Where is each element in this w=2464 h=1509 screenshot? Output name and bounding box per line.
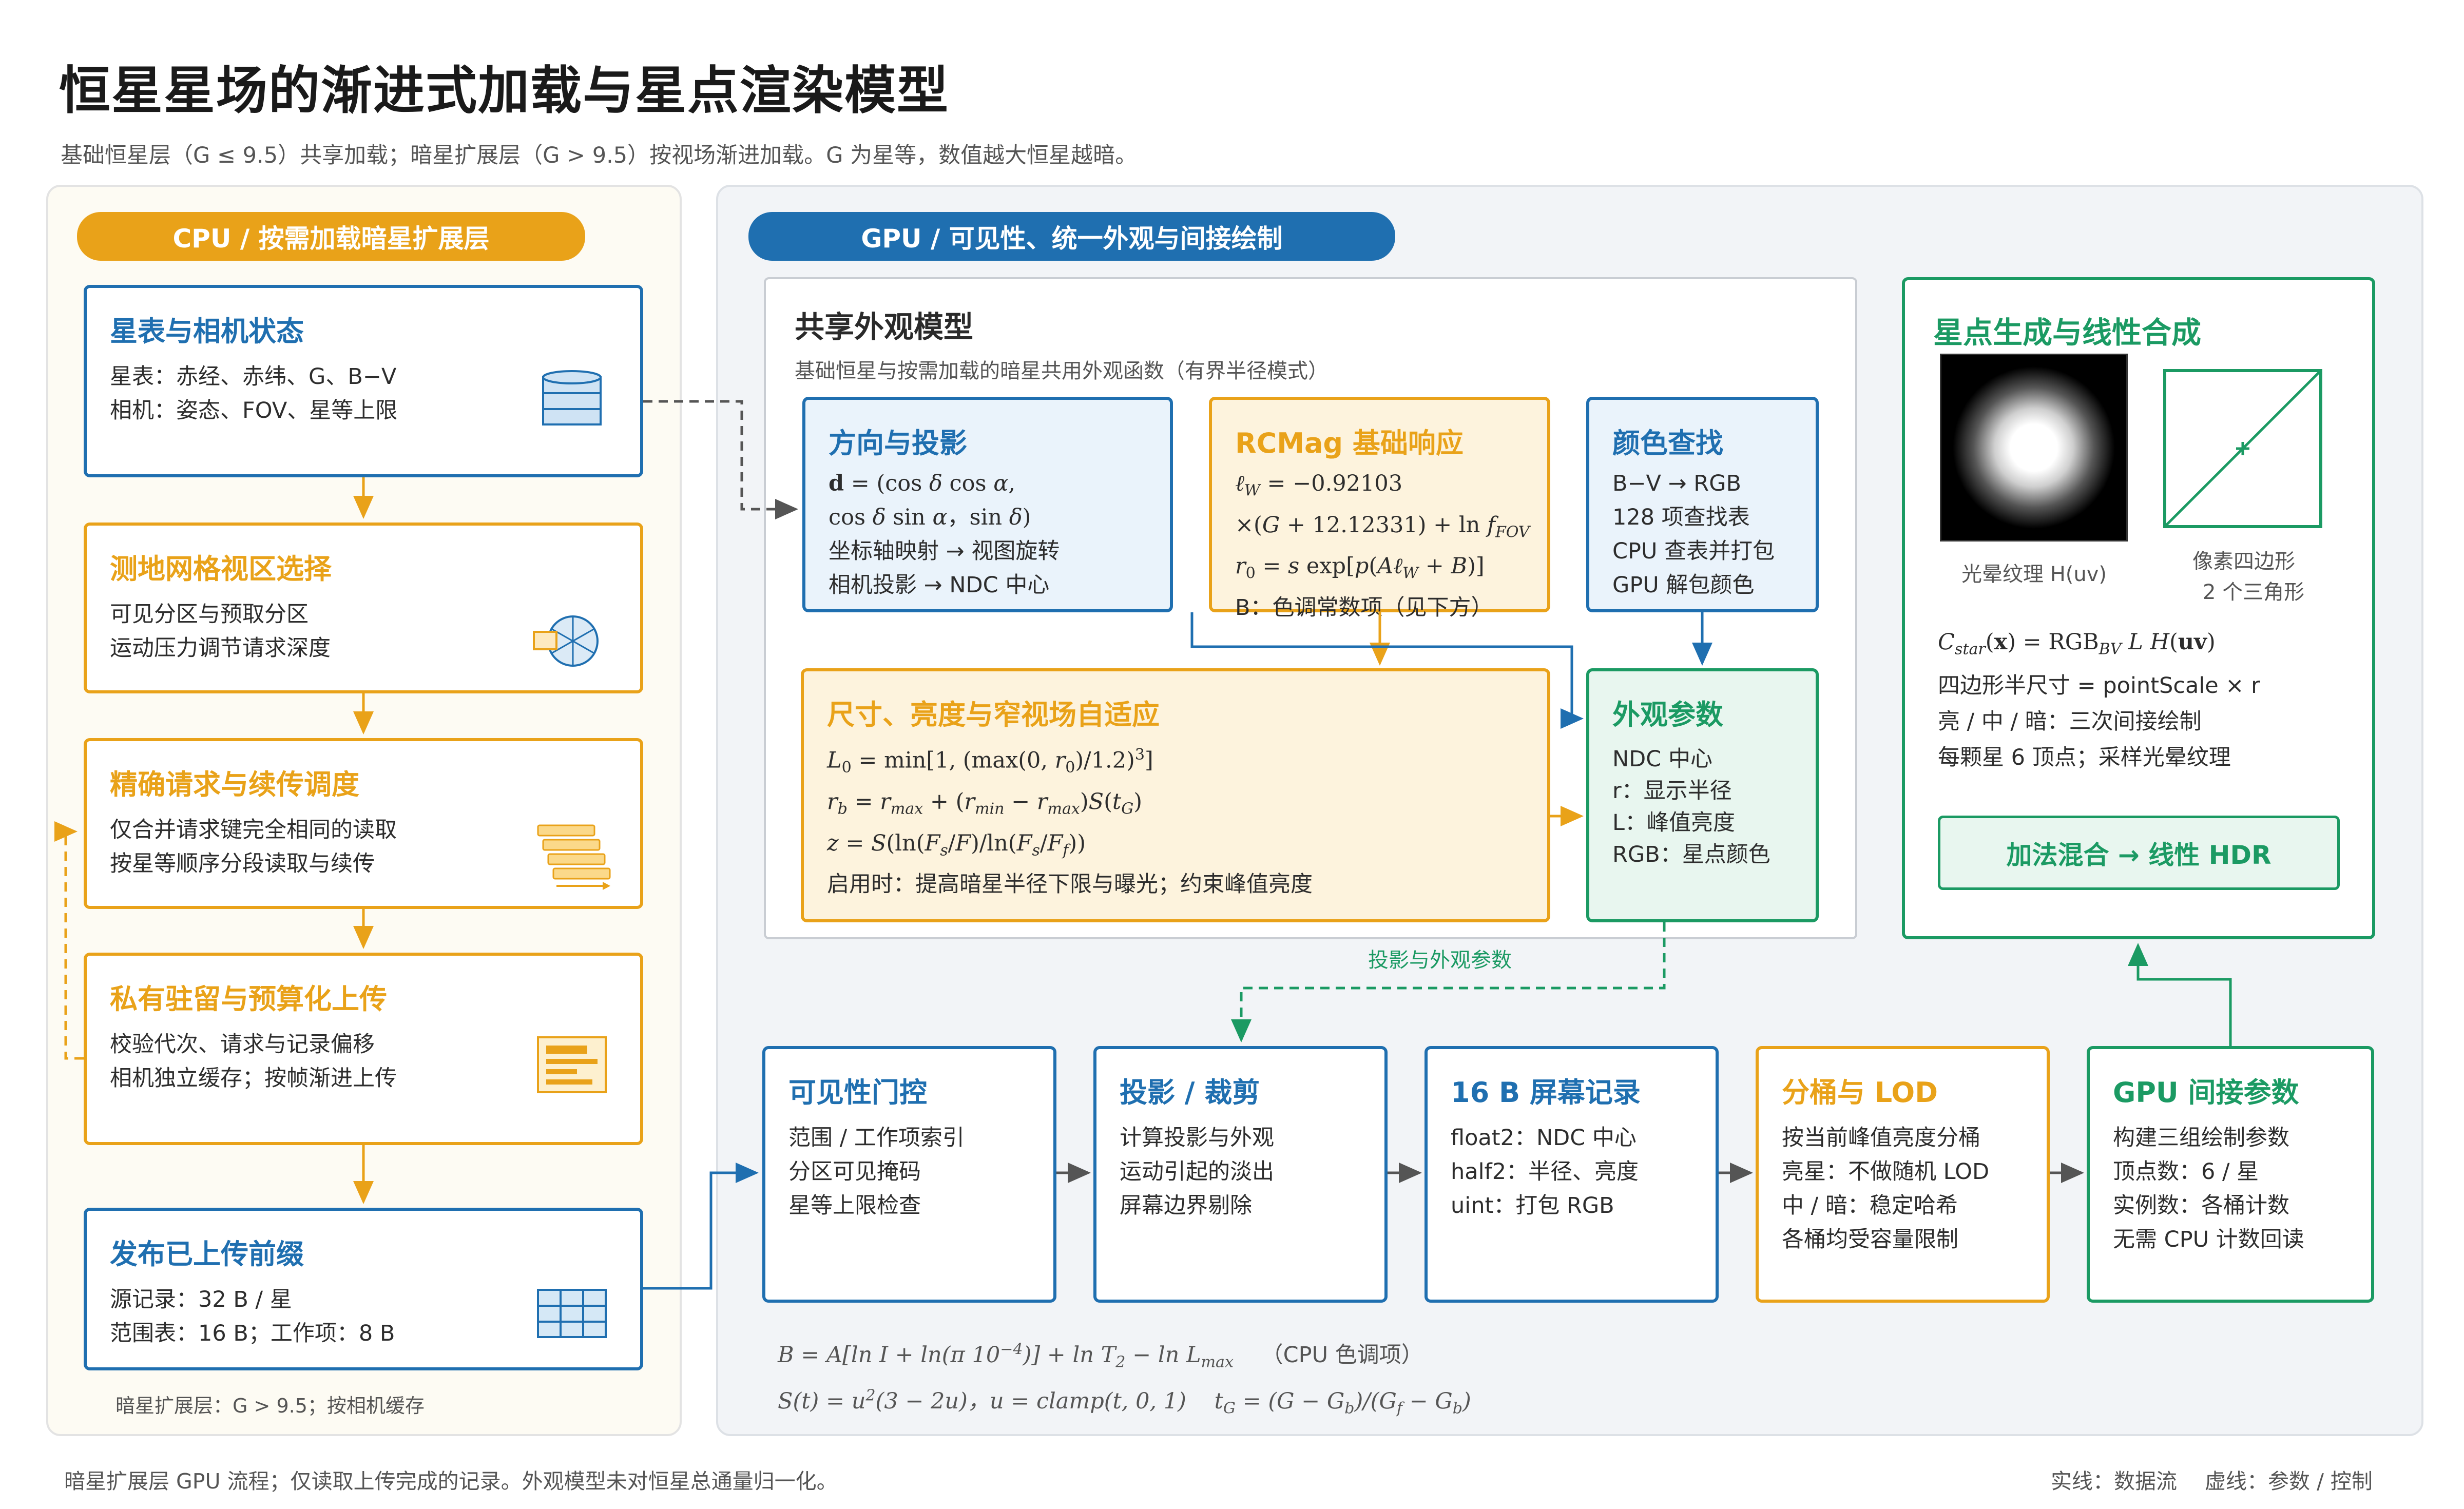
additive-blend-button: 加法混合 → 线性 HDR	[1938, 816, 2340, 890]
card-lines: 范围 / 工作项索引 分区可见掩码 星等上限检查	[788, 1125, 965, 1218]
rcmag-formula-2: ×(G + 12.12331) + ln fFOV	[1235, 512, 1530, 541]
card-title: 发布已上传前缀	[110, 1238, 304, 1270]
card-title: 投影 / 裁剪	[1120, 1076, 1260, 1109]
card-title: 星点生成与线性合成	[1933, 315, 2202, 350]
card-rcmag: RCMag 基础响应 ℓW = −0.92103 ×(G + 12.12331)…	[1209, 397, 1550, 621]
quad-caption-1: 像素四边形	[2192, 550, 2295, 573]
card-request-scheduling: 精确请求与续传调度 仅合并请求键完全相同的读取 按星等顺序分段读取与续传	[84, 738, 643, 909]
card-title: 尺寸、亮度与窄视场自适应	[827, 699, 1160, 731]
card-title: 外观参数	[1612, 699, 1723, 731]
card-lines: 源记录：32 B / 星范围表：16 B；工作项：8 B	[110, 1287, 395, 1346]
smoothstep-formula: S(t) = u2(3 − 2u)，u = clamp(t, 0, 1) tG …	[778, 1386, 1471, 1418]
geodesic-grid-icon	[533, 615, 599, 667]
card-geodesic-grid: 测地网格视区选择 可见分区与预取分区 运动压力调节请求深度	[84, 523, 643, 693]
card-lines: 校验代次、请求与记录偏移 相机独立缓存；按帧渐进上传	[110, 1032, 397, 1091]
card-lines: 计算投影与外观 运动引起的淡出 屏幕边界剔除	[1120, 1125, 1274, 1218]
quad-caption-2: 2 个三角形	[2203, 581, 2305, 604]
footer-left: 暗星扩展层 GPU 流程；仅读取上传完成的记录。外观模型未对恒星总通量归一化。	[64, 1469, 838, 1494]
edge-label-projection-params: 投影与外观参数	[1368, 949, 1512, 972]
stacked-requests-icon	[537, 824, 611, 890]
database-icon	[542, 370, 602, 425]
pipeline-projection-clip: 投影 / 裁剪 计算投影与外观 运动引起的淡出 屏幕边界剔除	[1093, 1046, 1388, 1303]
card-composite: 星点生成与线性合成 光晕纹理 H(uv) 像素四边形 2 个三角形 Cstar(…	[1902, 277, 2375, 939]
card-lines: ℓW = −0.92103 ×(G + 12.12331) + ln fFOV …	[1235, 467, 1530, 625]
card-title: GPU 间接参数	[2113, 1076, 2299, 1109]
card-resident-upload: 私有驻留与预算化上传 校验代次、请求与记录偏移 相机独立缓存；按帧渐进上传	[84, 953, 643, 1145]
tone-formula: B = A[ln I + ln(π 10−4)] + ln T2 − ln Lm…	[778, 1340, 1423, 1371]
card-lines: Cstar(x) = RGBBV L H(uv) 四边形半尺寸 = pointS…	[1938, 624, 2260, 776]
card-lines: L0 = min[1, (max(0, r0)/1.2)3] rb = rmax…	[827, 738, 1313, 901]
cpu-header-pill: CPU / 按需加载暗星扩展层	[77, 212, 585, 261]
footer-right: 实线：数据流 虚线：参数 / 控制	[2051, 1469, 2373, 1494]
card-title: 方向与投影	[829, 427, 967, 459]
gpu-header-pill: GPU / 可见性、统一外观与间接绘制	[748, 212, 1395, 261]
card-title: 分桶与 LOD	[1782, 1076, 1938, 1109]
pipeline-screen-record: 16 B 屏幕记录 float2：NDC 中心 half2：半径、亮度 uint：打…	[1424, 1046, 1719, 1303]
composite-formula: Cstar(x) = RGBBV L H(uv)	[1938, 629, 2216, 659]
size-formula-2: rb = rmax + (rmin − rmax)S(tG)	[827, 788, 1143, 818]
card-title: 星表与相机状态	[110, 315, 304, 347]
rcmag-formula-3: r0 = s exp[p(AℓW + B)]	[1235, 553, 1485, 583]
size-formula-3: z = S(ln(Fs/F)/ln(Fs/Ff))	[827, 830, 1086, 860]
page-title: 恒星星场的渐进式加载与星点渲染模型	[59, 61, 949, 121]
pipeline-visibility: 可见性门控 范围 / 工作项索引 分区可见掩码 星等上限检查	[762, 1046, 1056, 1303]
card-lines: d = (cos δ cos α, cos δ sin α，sin δ) 坐标轴…	[829, 467, 1060, 602]
direction-formula-2: cos δ sin α，sin δ)	[829, 505, 1031, 530]
card-lines: 可见分区与预取分区 运动压力调节请求深度	[110, 602, 331, 661]
shared-appearance-subtitle: 基础恒星与按需加载的暗星共用外观函数（有界半径模式）	[795, 359, 1329, 383]
card-color-lookup: 颜色查找 B−V → RGB 128 项查找表 CPU 查表并打包 GPU 解包颜色	[1586, 397, 1819, 612]
card-title: 颜色查找	[1612, 427, 1723, 459]
rcmag-formula-1: ℓW = −0.92103	[1235, 471, 1403, 500]
card-lines: 仅合并请求键完全相同的读取 按星等顺序分段读取与续传	[110, 817, 397, 877]
card-lines: 按当前峰值亮度分桶 亮星：不做随机 LOD 中 / 暗：稳定哈希 各桶均受容量限制	[1782, 1125, 1990, 1252]
card-lines: 构建三组绘制参数 顶点数：6 / 星实例数：各桶计数 无需 CPU 计数回读	[2113, 1125, 2304, 1252]
tone-formula-note: （CPU 色调项）	[1261, 1342, 1423, 1368]
card-lines: float2：NDC 中心 half2：半径、亮度 uint：打包 RGB	[1451, 1125, 1639, 1218]
pipeline-bucketing-lod: 分桶与 LOD 按当前峰值亮度分桶 亮星：不做随机 LOD 中 / 暗：稳定哈希 各桶…	[1756, 1046, 2050, 1303]
card-lines: B−V → RGB 128 项查找表 CPU 查表并打包 GPU 解包颜色	[1612, 471, 1775, 598]
card-title: 测地网格视区选择	[110, 553, 332, 585]
card-title: RCMag 基础响应	[1235, 427, 1464, 459]
card-size-brightness: 尺寸、亮度与窄视场自适应 L0 = min[1, (max(0, r0)/1.2…	[801, 668, 1550, 922]
table-icon	[537, 1289, 607, 1338]
halo-caption: 光晕纹理 H(uv)	[1961, 563, 2107, 586]
pipeline-indirect-args: GPU 间接参数 构建三组绘制参数 顶点数：6 / 星实例数：各桶计数 无需 CPU…	[2087, 1046, 2374, 1303]
card-title: 私有驻留与预算化上传	[110, 983, 387, 1015]
card-publish-prefix: 发布已上传前缀 源记录：32 B / 星范围表：16 B；工作项：8 B	[84, 1208, 643, 1370]
card-projection: 方向与投影 d = (cos δ cos α, cos δ sin α，sin …	[802, 397, 1173, 612]
card-appearance-params: 外观参数 NDC 中心 r：显示半径 L：峰值亮度 RGB：星点颜色	[1586, 668, 1819, 922]
shared-appearance-title: 共享外观模型	[795, 309, 974, 344]
size-formula-1: L0 = min[1, (max(0, r0)/1.2)3]	[827, 746, 1153, 777]
page-subtitle: 基础恒星层（G ≤ 9.5）共享加载；暗星扩展层（G > 9.5）按视场渐进加载…	[61, 143, 1138, 168]
card-title: 精确请求与续传调度	[110, 768, 359, 801]
direction-formula-1: d = (cos δ cos α,	[829, 471, 1015, 496]
document-icon	[537, 1036, 607, 1093]
card-lines: NDC 中心 r：显示半径 L：峰值亮度 RGB：星点颜色	[1612, 746, 1770, 867]
card-title: 16 B 屏幕记录	[1451, 1076, 1641, 1109]
halo-texture-image	[1940, 354, 2128, 541]
card-lines: 星表：赤经、赤纬、G、B−V 相机：姿态、FOV、星等上限	[110, 364, 398, 423]
card-catalog-camera: 星表与相机状态 星表：赤经、赤纬、G、B−V 相机：姿态、FOV、星等上限	[84, 285, 643, 477]
cpu-footnote: 暗星扩展层：G > 9.5；按相机缓存	[116, 1395, 425, 1417]
pixel-quad-icon	[2163, 369, 2322, 528]
card-title: 可见性门控	[788, 1076, 927, 1109]
